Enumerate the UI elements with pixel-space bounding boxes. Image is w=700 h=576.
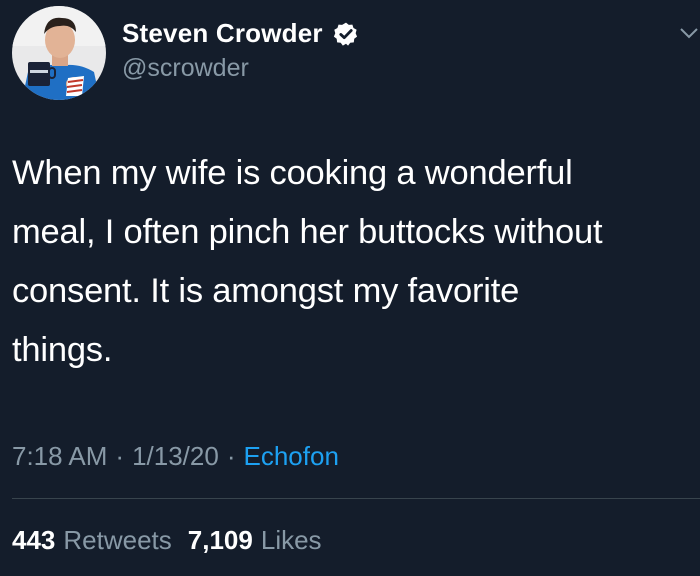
retweets-label: Retweets	[63, 525, 172, 555]
tweet-date[interactable]: 1/13/20	[132, 441, 219, 472]
tweet-card: Steven Crowder @scrowder When my wife is…	[0, 0, 700, 576]
tweet-time[interactable]: 7:18 AM	[12, 441, 107, 472]
separator: ·	[115, 441, 125, 471]
likes-count: 7,109	[187, 525, 253, 555]
retweets-stat[interactable]: 443 Retweets	[12, 525, 172, 556]
verified-badge-icon	[333, 21, 359, 47]
handle[interactable]: @scrowder	[122, 54, 249, 83]
avatar[interactable]	[12, 6, 106, 100]
likes-label: Likes	[260, 525, 322, 555]
profile-photo-icon	[12, 6, 106, 100]
likes-stat[interactable]: 7,109 Likes	[188, 525, 322, 556]
display-name[interactable]: Steven Crowder	[122, 18, 323, 49]
author-name-row[interactable]: Steven Crowder	[122, 18, 359, 49]
separator: ·	[226, 441, 236, 471]
chevron-down-icon[interactable]	[678, 26, 700, 40]
tweet-metadata: 7:18 AM · 1/13/20 · Echofon	[12, 441, 339, 472]
tweet-source-link[interactable]: Echofon	[244, 441, 339, 472]
tweet-text: When my wife is cooking a wonderful meal…	[12, 154, 603, 369]
retweets-count: 443	[12, 525, 56, 555]
tweet-stats: 443 Retweets 7,109 Likes	[12, 525, 322, 556]
divider	[12, 498, 700, 499]
